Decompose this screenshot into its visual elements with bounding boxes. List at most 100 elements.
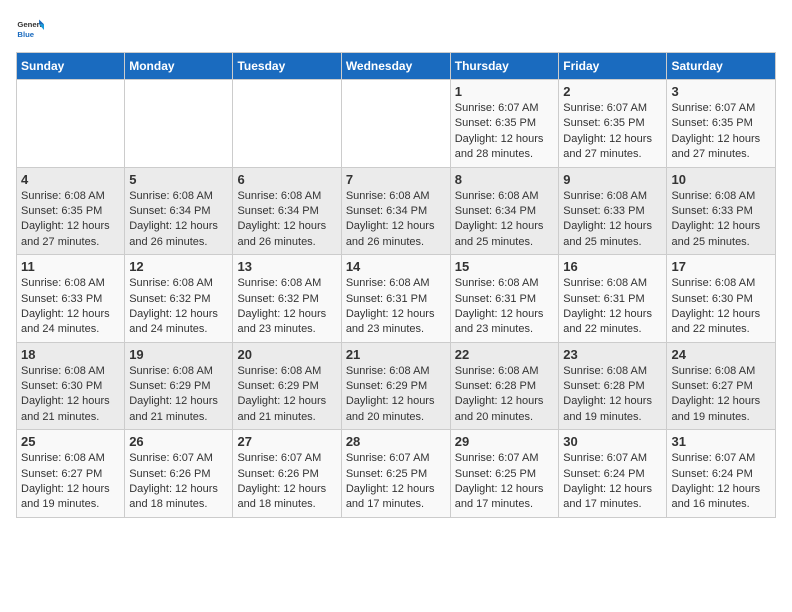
header-cell-saturday: Saturday	[667, 53, 776, 80]
day-info: Sunrise: 6:08 AM Sunset: 6:27 PM Dayligh…	[21, 451, 120, 513]
header-cell-monday: Monday	[125, 53, 233, 80]
week-row-4: 18 Sunrise: 6:08 AM Sunset: 6:30 PM Dayli…	[17, 342, 776, 430]
day-info: Sunrise: 6:08 AM Sunset: 6:35 PM Dayligh…	[21, 189, 120, 251]
day-number: 25	[21, 434, 120, 449]
calendar-cell: 16 Sunrise: 6:08 AM Sunset: 6:31 PM Dayli…	[559, 255, 667, 343]
week-row-1: 1Sunrise: 6:07 AM Sunset: 6:35 PM Daylig…	[17, 80, 776, 168]
day-number: 13	[237, 259, 336, 274]
day-info: Sunrise: 6:07 AM Sunset: 6:24 PM Dayligh…	[671, 451, 771, 513]
day-number: 17	[671, 259, 771, 274]
day-info: Sunrise: 6:08 AM Sunset: 6:31 PM Dayligh…	[346, 276, 446, 338]
calendar-cell: 13 Sunrise: 6:08 AM Sunset: 6:32 PM Dayli…	[233, 255, 341, 343]
calendar-cell: 31 Sunrise: 6:07 AM Sunset: 6:24 PM Dayli…	[667, 430, 776, 518]
day-number: 11	[21, 259, 120, 274]
day-info: Sunrise: 6:08 AM Sunset: 6:33 PM Dayligh…	[563, 189, 662, 251]
day-number: 30	[563, 434, 662, 449]
calendar-cell: 11 Sunrise: 6:08 AM Sunset: 6:33 PM Dayli…	[17, 255, 125, 343]
calendar-cell: 30 Sunrise: 6:07 AM Sunset: 6:24 PM Dayli…	[559, 430, 667, 518]
day-number: 5	[129, 172, 228, 187]
day-info: Sunrise: 6:08 AM Sunset: 6:33 PM Dayligh…	[21, 276, 120, 338]
day-info: Sunrise: 6:07 AM Sunset: 6:26 PM Dayligh…	[129, 451, 228, 513]
day-info: Sunrise: 6:08 AM Sunset: 6:34 PM Dayligh…	[455, 189, 555, 251]
calendar-table: SundayMondayTuesdayWednesdayThursdayFrid…	[16, 52, 776, 518]
calendar-cell: 17 Sunrise: 6:08 AM Sunset: 6:30 PM Dayli…	[667, 255, 776, 343]
day-info: Sunrise: 6:08 AM Sunset: 6:31 PM Dayligh…	[563, 276, 662, 338]
calendar-cell: 22 Sunrise: 6:08 AM Sunset: 6:28 PM Dayli…	[450, 342, 559, 430]
day-info: Sunrise: 6:08 AM Sunset: 6:29 PM Dayligh…	[237, 364, 336, 426]
day-number: 7	[346, 172, 446, 187]
day-number: 29	[455, 434, 555, 449]
day-info: Sunrise: 6:07 AM Sunset: 6:25 PM Dayligh…	[455, 451, 555, 513]
day-info: Sunrise: 6:08 AM Sunset: 6:34 PM Dayligh…	[237, 189, 336, 251]
logo-icon: General Blue	[16, 16, 44, 44]
day-number: 8	[455, 172, 555, 187]
header-cell-thursday: Thursday	[450, 53, 559, 80]
calendar-cell: 4Sunrise: 6:08 AM Sunset: 6:35 PM Daylig…	[17, 167, 125, 255]
day-info: Sunrise: 6:08 AM Sunset: 6:29 PM Dayligh…	[129, 364, 228, 426]
calendar-cell: 27 Sunrise: 6:07 AM Sunset: 6:26 PM Dayli…	[233, 430, 341, 518]
day-info: Sunrise: 6:08 AM Sunset: 6:32 PM Dayligh…	[237, 276, 336, 338]
calendar-cell: 5 Sunrise: 6:08 AM Sunset: 6:34 PM Daylig…	[125, 167, 233, 255]
day-number: 15	[455, 259, 555, 274]
day-number: 3	[671, 84, 771, 99]
calendar-cell: 21Sunrise: 6:08 AM Sunset: 6:29 PM Dayli…	[341, 342, 450, 430]
calendar-cell: 28Sunrise: 6:07 AM Sunset: 6:25 PM Dayli…	[341, 430, 450, 518]
calendar-cell: 29 Sunrise: 6:07 AM Sunset: 6:25 PM Dayli…	[450, 430, 559, 518]
calendar-cell: 3 Sunrise: 6:07 AM Sunset: 6:35 PM Daylig…	[667, 80, 776, 168]
header-cell-wednesday: Wednesday	[341, 53, 450, 80]
week-row-2: 4Sunrise: 6:08 AM Sunset: 6:35 PM Daylig…	[17, 167, 776, 255]
day-info: Sunrise: 6:07 AM Sunset: 6:24 PM Dayligh…	[563, 451, 662, 513]
calendar-cell	[341, 80, 450, 168]
day-info: Sunrise: 6:07 AM Sunset: 6:26 PM Dayligh…	[237, 451, 336, 513]
day-info: Sunrise: 6:08 AM Sunset: 6:33 PM Dayligh…	[671, 189, 771, 251]
day-number: 6	[237, 172, 336, 187]
calendar-cell: 15 Sunrise: 6:08 AM Sunset: 6:31 PM Dayli…	[450, 255, 559, 343]
svg-text:Blue: Blue	[17, 30, 34, 39]
calendar-header: SundayMondayTuesdayWednesdayThursdayFrid…	[17, 53, 776, 80]
page-header: General Blue	[16, 16, 776, 44]
calendar-cell: 6 Sunrise: 6:08 AM Sunset: 6:34 PM Daylig…	[233, 167, 341, 255]
calendar-cell: 14 Sunrise: 6:08 AM Sunset: 6:31 PM Dayli…	[341, 255, 450, 343]
day-number: 28	[346, 434, 446, 449]
calendar-cell: 26Sunrise: 6:07 AM Sunset: 6:26 PM Dayli…	[125, 430, 233, 518]
day-number: 21	[346, 347, 446, 362]
day-number: 16	[563, 259, 662, 274]
calendar-cell: 9 Sunrise: 6:08 AM Sunset: 6:33 PM Daylig…	[559, 167, 667, 255]
calendar-cell: 2 Sunrise: 6:07 AM Sunset: 6:35 PM Daylig…	[559, 80, 667, 168]
day-info: Sunrise: 6:07 AM Sunset: 6:35 PM Dayligh…	[455, 101, 555, 163]
day-number: 20	[237, 347, 336, 362]
header-cell-sunday: Sunday	[17, 53, 125, 80]
day-info: Sunrise: 6:07 AM Sunset: 6:35 PM Dayligh…	[563, 101, 662, 163]
calendar-cell: 24Sunrise: 6:08 AM Sunset: 6:27 PM Dayli…	[667, 342, 776, 430]
day-info: Sunrise: 6:08 AM Sunset: 6:34 PM Dayligh…	[346, 189, 446, 251]
header-row: SundayMondayTuesdayWednesdayThursdayFrid…	[17, 53, 776, 80]
day-number: 2	[563, 84, 662, 99]
day-number: 27	[237, 434, 336, 449]
day-number: 31	[671, 434, 771, 449]
day-info: Sunrise: 6:08 AM Sunset: 6:27 PM Dayligh…	[671, 364, 771, 426]
header-cell-friday: Friday	[559, 53, 667, 80]
day-info: Sunrise: 6:08 AM Sunset: 6:30 PM Dayligh…	[671, 276, 771, 338]
day-info: Sunrise: 6:08 AM Sunset: 6:28 PM Dayligh…	[455, 364, 555, 426]
calendar-cell: 20 Sunrise: 6:08 AM Sunset: 6:29 PM Dayli…	[233, 342, 341, 430]
calendar-cell: 7 Sunrise: 6:08 AM Sunset: 6:34 PM Daylig…	[341, 167, 450, 255]
day-info: Sunrise: 6:08 AM Sunset: 6:32 PM Dayligh…	[129, 276, 228, 338]
day-number: 18	[21, 347, 120, 362]
day-info: Sunrise: 6:07 AM Sunset: 6:35 PM Dayligh…	[671, 101, 771, 163]
day-number: 19	[129, 347, 228, 362]
day-number: 14	[346, 259, 446, 274]
calendar-cell: 25 Sunrise: 6:08 AM Sunset: 6:27 PM Dayli…	[17, 430, 125, 518]
day-info: Sunrise: 6:08 AM Sunset: 6:30 PM Dayligh…	[21, 364, 120, 426]
day-info: Sunrise: 6:08 AM Sunset: 6:34 PM Dayligh…	[129, 189, 228, 251]
day-number: 10	[671, 172, 771, 187]
calendar-cell: 18 Sunrise: 6:08 AM Sunset: 6:30 PM Dayli…	[17, 342, 125, 430]
day-number: 23	[563, 347, 662, 362]
day-number: 9	[563, 172, 662, 187]
calendar-cell: 8 Sunrise: 6:08 AM Sunset: 6:34 PM Daylig…	[450, 167, 559, 255]
day-number: 22	[455, 347, 555, 362]
week-row-3: 11 Sunrise: 6:08 AM Sunset: 6:33 PM Dayli…	[17, 255, 776, 343]
day-info: Sunrise: 6:08 AM Sunset: 6:31 PM Dayligh…	[455, 276, 555, 338]
calendar-cell: 10 Sunrise: 6:08 AM Sunset: 6:33 PM Dayli…	[667, 167, 776, 255]
logo: General Blue	[16, 16, 44, 44]
day-number: 12	[129, 259, 228, 274]
